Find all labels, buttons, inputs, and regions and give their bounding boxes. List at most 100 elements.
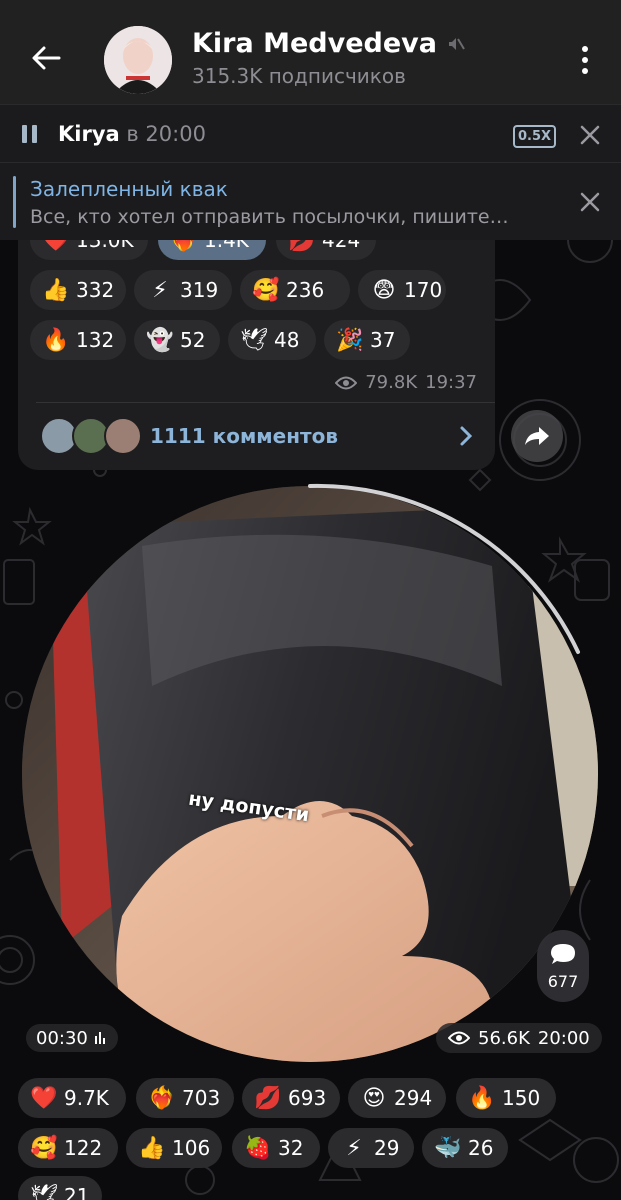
- reaction-emoji: 🐳: [434, 1135, 462, 1161]
- reaction-emoji: ⚡: [152, 277, 168, 303]
- reaction-count: 1.4K: [204, 240, 249, 252]
- reaction-chip[interactable]: ❤️ 13.0K: [30, 240, 148, 260]
- video-comments-button[interactable]: 677: [537, 930, 589, 1002]
- message-time: 20:00: [537, 1027, 590, 1049]
- reaction-chip[interactable]: 🔥 150: [456, 1078, 556, 1118]
- reaction-chip[interactable]: 🍓 32: [232, 1128, 320, 1168]
- pinned-indicator: [13, 176, 16, 228]
- reaction-emoji: 👍: [138, 1135, 166, 1161]
- reaction-chip[interactable]: 🕊 48: [228, 320, 316, 360]
- reaction-emoji: 🔥: [468, 1085, 496, 1111]
- reaction-count: 132: [76, 328, 115, 352]
- reaction-emoji: 🍓: [244, 1135, 272, 1161]
- reaction-count: 332: [76, 278, 115, 302]
- comment-count: 677: [547, 971, 579, 991]
- eye-icon: [448, 1031, 470, 1045]
- reaction-chip[interactable]: ❤️ 9.7K: [18, 1078, 126, 1118]
- reaction-count: 693: [288, 1086, 327, 1110]
- reaction-count: 9.7K: [64, 1086, 109, 1110]
- dot: [582, 57, 588, 63]
- duration-text: 00:30: [36, 1027, 88, 1049]
- pause-button[interactable]: [22, 125, 38, 143]
- arrow-left-icon: [32, 46, 61, 70]
- playback-speed-button[interactable]: 0.5X: [513, 125, 556, 148]
- reaction-chip[interactable]: 💋 693: [242, 1078, 340, 1118]
- reaction-count: 319: [180, 278, 219, 302]
- message-meta: 79.8K 19:37: [335, 372, 477, 393]
- reaction-count: 294: [394, 1086, 433, 1110]
- reaction-chip[interactable]: 🐳 26: [422, 1128, 508, 1168]
- view-count: 56.6K: [478, 1027, 530, 1049]
- reaction-chip-selected[interactable]: ❤️‍🔥 1.4K: [158, 240, 266, 260]
- reaction-count: 236: [286, 278, 325, 302]
- video-duration: 00:30: [26, 1024, 118, 1052]
- close-pinned-icon[interactable]: [578, 190, 602, 214]
- more-menu-button[interactable]: [571, 40, 599, 80]
- pause-icon-bar: [22, 125, 27, 143]
- reaction-count: 424: [322, 240, 361, 252]
- video-frame: [22, 486, 598, 1062]
- reaction-count: 48: [274, 328, 300, 352]
- reaction-emoji: 💋: [288, 240, 316, 253]
- reaction-chip[interactable]: 🔥 132: [30, 320, 126, 360]
- reaction-chip[interactable]: 👍 106: [126, 1128, 222, 1168]
- share-button[interactable]: [511, 410, 563, 462]
- reaction-emoji: 👻: [146, 327, 174, 353]
- reaction-emoji: 💋: [254, 1085, 282, 1111]
- reaction-chip[interactable]: 👻 52: [134, 320, 220, 360]
- message-bubble: ❤️ 13.0K ❤️‍🔥 1.4K 💋 424 👍 332 ⚡ 319 🥰 2…: [18, 240, 495, 470]
- reaction-chip[interactable]: 🥰 122: [18, 1128, 118, 1168]
- player-title[interactable]: Kirya в 20:00: [58, 122, 206, 146]
- reaction-chip[interactable]: 😨 170: [358, 270, 446, 310]
- dot: [582, 68, 588, 74]
- reaction-chip[interactable]: 😍 294: [348, 1078, 446, 1118]
- chat-header: Kira Medvedeva 315.3K подписчиков: [0, 0, 621, 104]
- comments-button[interactable]: 1111 комментов: [18, 403, 495, 470]
- close-player-icon[interactable]: [578, 123, 602, 147]
- reaction-emoji: 🥰: [30, 1135, 58, 1161]
- reaction-count: 150: [502, 1086, 541, 1110]
- reaction-chip[interactable]: 🎉 37: [324, 320, 410, 360]
- reaction-chip[interactable]: 🕊 21: [18, 1176, 102, 1200]
- pinned-message[interactable]: Залепленный квак Все, кто хотел отправит…: [0, 162, 621, 240]
- reaction-count: 29: [374, 1136, 400, 1160]
- reaction-chip[interactable]: 🥰 236: [240, 270, 350, 310]
- reaction-count: 32: [278, 1136, 304, 1160]
- avatar-image: [104, 26, 172, 94]
- audio-player-bar: Kirya в 20:00 0.5X: [0, 104, 621, 162]
- muted-icon: [449, 37, 465, 50]
- reaction-emoji: 🔥: [42, 327, 70, 353]
- reaction-count: 13.0K: [76, 240, 134, 252]
- comments-count: 1111 комментов: [150, 424, 339, 448]
- channel-title[interactable]: Kira Medvedeva: [192, 28, 465, 59]
- commenter-avatars: [40, 417, 142, 457]
- reaction-emoji: 🎉: [336, 327, 364, 353]
- reaction-chip[interactable]: ❤️‍🔥 703: [136, 1078, 234, 1118]
- round-video-message[interactable]: [22, 486, 598, 1062]
- reaction-chip[interactable]: ⚡ 29: [328, 1128, 414, 1168]
- reaction-emoji: ❤️: [42, 240, 70, 253]
- player-author: Kirya: [58, 122, 120, 146]
- reaction-chip[interactable]: ⚡ 319: [134, 270, 232, 310]
- reaction-emoji: 👍: [42, 277, 70, 303]
- back-button[interactable]: [24, 36, 68, 80]
- reaction-emoji: 🕊: [240, 327, 268, 353]
- pinned-text: Все, кто хотел отправить посылочки, пиши…: [30, 206, 509, 228]
- reaction-chip[interactable]: 👍 332: [30, 270, 126, 310]
- view-count: 79.8K: [365, 372, 418, 393]
- dot: [582, 46, 588, 52]
- reaction-count: 26: [468, 1136, 494, 1160]
- reaction-emoji: ❤️‍🔥: [170, 240, 198, 253]
- channel-name: Kira Medvedeva: [192, 28, 437, 59]
- reaction-emoji: ⚡: [346, 1135, 362, 1161]
- eye-icon: [335, 376, 358, 389]
- reaction-chip[interactable]: 💋 424: [276, 240, 376, 260]
- reaction-emoji: 😍: [362, 1085, 386, 1111]
- reaction-count: 170: [404, 278, 443, 302]
- subscriber-count: 315.3K подписчиков: [192, 64, 406, 88]
- channel-avatar[interactable]: [104, 26, 172, 94]
- video-meta: 56.6K 20:00: [436, 1023, 602, 1053]
- chevron-right-icon: [460, 426, 473, 446]
- player-time: в 20:00: [126, 122, 206, 146]
- pause-icon-bar: [32, 125, 37, 143]
